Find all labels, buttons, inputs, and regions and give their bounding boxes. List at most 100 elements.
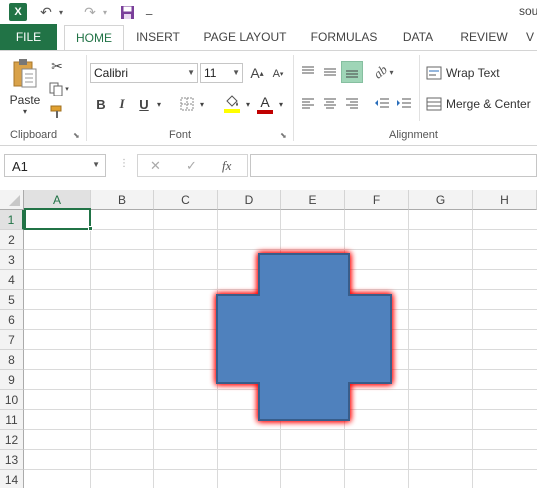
active-cell-a1[interactable] xyxy=(24,208,91,230)
tab-file[interactable]: FILE xyxy=(0,24,57,50)
row-header-7[interactable]: 7 xyxy=(0,330,24,350)
italic-button[interactable]: I xyxy=(114,94,130,114)
align-left-icon[interactable] xyxy=(298,92,318,114)
format-painter-icon[interactable] xyxy=(47,103,67,121)
column-header-b[interactable]: B xyxy=(91,190,154,210)
merge-center-button[interactable]: Merge & Center xyxy=(426,93,537,115)
font-color-swatch xyxy=(257,110,273,114)
group-divider xyxy=(86,55,87,141)
formula-bar-area: A1 ▼ ⋮ ✕ ✓ fx xyxy=(0,146,537,186)
column-header-a[interactable]: A xyxy=(24,190,91,210)
insert-function-icon[interactable]: fx xyxy=(222,158,231,174)
font-color-dropdown-icon[interactable]: ▾ xyxy=(276,97,286,111)
font-size-combo[interactable]: 11 ▼ xyxy=(200,63,243,83)
tab-insert[interactable]: INSERT xyxy=(127,24,189,50)
row-header-6[interactable]: 6 xyxy=(0,310,24,330)
underline-button[interactable]: U xyxy=(136,94,152,114)
row-header-11[interactable]: 11 xyxy=(0,410,24,430)
shrink-font-button[interactable]: A ▾ xyxy=(269,65,287,83)
row-header-14[interactable]: 14 xyxy=(0,470,24,488)
font-group-label: Font xyxy=(169,129,192,141)
tab-view[interactable]: V xyxy=(526,24,537,50)
grow-font-button[interactable]: A ▴ xyxy=(248,63,266,83)
redo-dropdown-icon[interactable]: ▾ xyxy=(100,2,110,22)
bottom-align-icon[interactable] xyxy=(341,61,363,83)
row-header-1[interactable]: 1 xyxy=(0,210,24,230)
undo-dropdown-icon[interactable]: ▾ xyxy=(56,2,66,22)
name-box-value: A1 xyxy=(12,159,28,174)
formula-bar-grip[interactable]: ⋮ xyxy=(119,158,129,169)
customize-qat-icon[interactable]: ⚊ xyxy=(142,2,156,22)
group-divider xyxy=(293,55,294,141)
column-header-f[interactable]: F xyxy=(345,190,409,210)
cancel-icon[interactable]: ✕ xyxy=(150,158,161,174)
chevron-down-icon: ▼ xyxy=(232,68,240,77)
tab-home[interactable]: HOME xyxy=(64,25,124,51)
column-header-g[interactable]: G xyxy=(409,190,473,210)
font-color-button[interactable]: A xyxy=(255,92,275,116)
alignment-group-label: Alignment xyxy=(389,129,438,141)
chevron-down-icon: ▼ xyxy=(92,160,100,169)
underline-dropdown-icon[interactable]: ▾ xyxy=(154,97,164,111)
wrap-text-button[interactable]: Wrap Text xyxy=(426,62,532,84)
paste-label: Paste xyxy=(9,93,41,107)
name-box[interactable]: A1 ▼ xyxy=(4,154,106,177)
orientation-icon[interactable]: ab ▾ xyxy=(371,61,396,83)
fill-handle[interactable] xyxy=(88,226,93,231)
borders-dropdown-icon[interactable]: ▾ xyxy=(197,97,207,111)
fill-color-dropdown-icon[interactable]: ▾ xyxy=(243,97,253,111)
row-header-10[interactable]: 10 xyxy=(0,390,24,410)
clipboard-group-label: Clipboard xyxy=(10,129,58,141)
merge-center-label: Merge & Center xyxy=(446,97,531,111)
enter-icon[interactable]: ✓ xyxy=(186,158,197,174)
row-header-12[interactable]: 12 xyxy=(0,430,24,450)
column-header-e[interactable]: E xyxy=(281,190,345,210)
fill-color-icon[interactable] xyxy=(222,93,242,115)
row-header-13[interactable]: 13 xyxy=(0,450,24,470)
fill-color-swatch xyxy=(224,109,240,113)
row-header-3[interactable]: 3 xyxy=(0,250,24,270)
top-align-icon[interactable] xyxy=(298,61,318,83)
font-launcher-icon[interactable]: ⬊ xyxy=(280,131,287,140)
decrease-indent-icon[interactable] xyxy=(372,92,392,114)
font-name-combo[interactable]: Calibri ▼ xyxy=(90,63,198,83)
excel-app-icon[interactable]: X xyxy=(9,3,27,21)
align-right-icon[interactable] xyxy=(342,92,362,114)
tab-page-layout[interactable]: PAGE LAYOUT xyxy=(198,24,292,50)
save-icon[interactable] xyxy=(118,2,136,22)
tab-data[interactable]: DATA xyxy=(393,24,443,50)
font-size-value: 11 xyxy=(204,66,217,80)
clipboard-launcher-icon[interactable]: ⬊ xyxy=(73,131,80,140)
formula-input[interactable] xyxy=(250,154,537,177)
align-center-icon[interactable] xyxy=(320,92,340,114)
row-header-2[interactable]: 2 xyxy=(0,230,24,250)
increase-indent-icon[interactable] xyxy=(394,92,414,114)
tab-review[interactable]: REVIEW xyxy=(453,24,515,50)
undo-icon[interactable]: ↶ xyxy=(36,2,56,22)
plus-shape-body[interactable] xyxy=(216,253,392,421)
redo-icon[interactable]: ↷ xyxy=(80,2,100,22)
row-header-4[interactable]: 4 xyxy=(0,270,24,290)
column-header-c[interactable]: C xyxy=(154,190,218,210)
column-header-h[interactable]: H xyxy=(473,190,537,210)
cut-icon[interactable]: ✂ xyxy=(47,57,67,75)
tab-formulas[interactable]: FORMULAS xyxy=(303,24,385,50)
bold-button[interactable]: B xyxy=(93,94,109,114)
grid-line xyxy=(24,469,537,470)
middle-align-icon[interactable] xyxy=(320,61,340,83)
chevron-down-icon: ▼ xyxy=(187,68,195,77)
select-all-button[interactable] xyxy=(0,190,24,210)
column-header-d[interactable]: D xyxy=(218,190,281,210)
row-header-8[interactable]: 8 xyxy=(0,350,24,370)
wrap-text-label: Wrap Text xyxy=(446,66,500,80)
copy-icon[interactable]: ▾ xyxy=(47,80,71,98)
ribbon: Paste ▾ ✂ ▾ Clipboard ⬊ Calibri ▼ 11 ▼ A… xyxy=(0,50,537,146)
row-header-5[interactable]: 5 xyxy=(0,290,24,310)
row-header-9[interactable]: 9 xyxy=(0,370,24,390)
paste-icon xyxy=(13,59,37,88)
font-name-value: Calibri xyxy=(94,66,129,80)
paste-button[interactable]: Paste ▾ xyxy=(6,57,44,123)
plus-shape[interactable] xyxy=(198,236,414,440)
merge-center-icon xyxy=(426,97,442,111)
borders-icon[interactable] xyxy=(178,95,196,113)
